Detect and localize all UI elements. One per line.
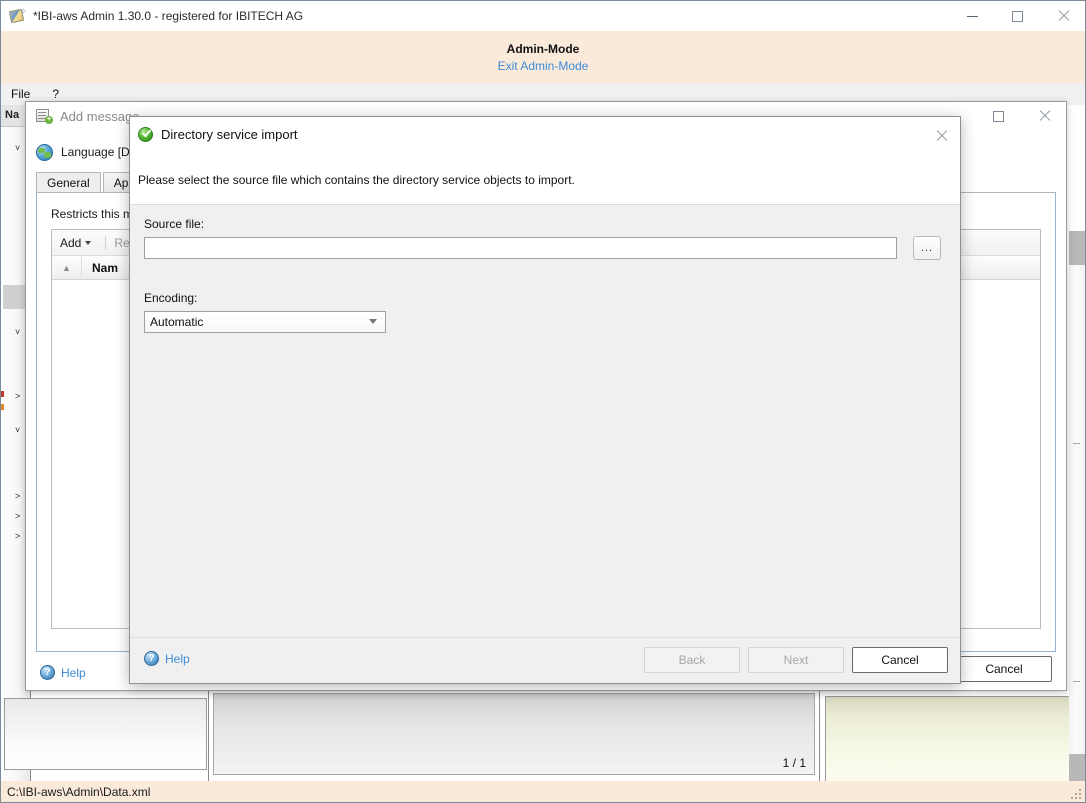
main-vertical-scrollbar[interactable] (1069, 231, 1085, 786)
tree-chevron-0[interactable]: ˅ (15, 143, 25, 153)
encoding-label: Encoding: (144, 291, 197, 305)
dialog-buttons: Back Next Cancel (644, 647, 948, 673)
window-controls (950, 1, 1085, 31)
tree-chevron-4[interactable]: ˃ (15, 491, 25, 501)
admin-mode-title: Admin-Mode (1, 41, 1085, 57)
globe-icon (36, 144, 53, 161)
center-document-container: 1 / 1 (208, 688, 820, 786)
add-message-title: Add message (60, 109, 140, 124)
dialog-title-row: Directory service import (138, 127, 298, 142)
scrollbar-tick-2 (1073, 681, 1080, 682)
tree-chevron-5[interactable]: ˃ (15, 511, 25, 521)
maximize-button[interactable] (995, 1, 1040, 31)
restriction-description: Restricts this me (51, 207, 140, 221)
chevron-down-icon (369, 319, 377, 324)
page-indicator: 1 / 1 (783, 756, 806, 770)
add-message-help-label[interactable]: Help (61, 666, 86, 680)
add-message-controls (976, 102, 1066, 130)
browse-button[interactable]: ... (913, 236, 941, 260)
back-button[interactable]: Back (644, 647, 740, 673)
dialog-close-button[interactable] (928, 123, 954, 149)
app-window: ✧ *IBI-aws Admin 1.30.0 - registered for… (0, 0, 1086, 803)
close-button[interactable] (1040, 1, 1085, 31)
toolbar-separator (105, 236, 106, 250)
dialog-body: Source file: ... Encoding: Automatic (130, 206, 960, 650)
green-check-icon (138, 127, 153, 142)
app-pen-icon: ✧ (9, 8, 25, 24)
status-path: C:\IBI-aws\Admin\Data.xml (7, 785, 150, 799)
sort-ascending-icon[interactable]: ▲ (52, 256, 82, 280)
dialog-title: Directory service import (161, 127, 298, 142)
menu-item-help[interactable]: ? (52, 87, 59, 101)
dialog-header: Directory service import Please select t… (130, 117, 960, 205)
language-label: Language [Def (61, 145, 140, 159)
minimize-button[interactable] (950, 1, 995, 31)
tree-chevron-1[interactable]: ˅ (15, 327, 25, 337)
add-message-icon: + (36, 109, 52, 123)
encoding-selected-value: Automatic (150, 315, 203, 329)
window-title: *IBI-aws Admin 1.30.0 - registered for I… (33, 9, 303, 23)
source-file-label: Source file: (144, 217, 204, 231)
language-selector[interactable]: Language [Def (36, 140, 140, 164)
dialog-instruction: Please select the source file which cont… (138, 173, 575, 187)
tree-chevron-3[interactable]: ˅ (15, 425, 25, 435)
status-bar: C:\IBI-aws\Admin\Data.xml (1, 781, 1085, 802)
dialog-help-label[interactable]: Help (165, 652, 190, 666)
directory-service-import-dialog: Directory service import Please select t… (129, 116, 961, 684)
menu-item-file[interactable]: File (11, 87, 30, 101)
add-message-close-button[interactable] (1021, 102, 1066, 130)
dialog-help-link[interactable]: ? Help (144, 651, 190, 666)
help-icon: ? (144, 651, 159, 666)
tree-chevron-6[interactable]: ˃ (15, 531, 25, 541)
tab-general[interactable]: General (36, 172, 101, 194)
tree-marker-red (1, 391, 4, 397)
cancel-button[interactable]: Cancel (852, 647, 948, 673)
add-message-maximize-button[interactable] (976, 102, 1021, 130)
resize-grip-icon[interactable] (1069, 787, 1081, 799)
close-icon (935, 130, 947, 142)
chevron-down-icon[interactable] (85, 241, 91, 245)
center-document-panel[interactable]: 1 / 1 (213, 693, 815, 775)
window-title-bar: ✧ *IBI-aws Admin 1.30.0 - registered for… (1, 1, 1085, 31)
tree-chevron-2[interactable]: ˃ (15, 391, 25, 401)
grid-add-button[interactable]: Add (60, 236, 91, 250)
add-message-help[interactable]: ? Help (40, 665, 86, 680)
add-message-cancel-button[interactable]: Cancel (956, 656, 1052, 682)
grid-add-label: Add (60, 236, 81, 250)
encoding-select[interactable]: Automatic (144, 311, 386, 333)
exit-admin-mode-link[interactable]: Exit Admin-Mode (1, 57, 1085, 75)
help-icon: ? (40, 665, 55, 680)
tree-marker-orange (1, 404, 4, 410)
scrollbar-thumb-top[interactable] (1069, 231, 1085, 265)
left-preview-panel (4, 698, 207, 770)
scrollbar-tick-1 (1073, 443, 1080, 444)
source-file-input[interactable] (144, 237, 897, 259)
admin-mode-banner: Admin-Mode Exit Admin-Mode (1, 31, 1085, 83)
next-button[interactable]: Next (748, 647, 844, 673)
dialog-footer: ? Help Back Next Cancel (130, 637, 960, 683)
right-preview-panel (825, 696, 1077, 784)
